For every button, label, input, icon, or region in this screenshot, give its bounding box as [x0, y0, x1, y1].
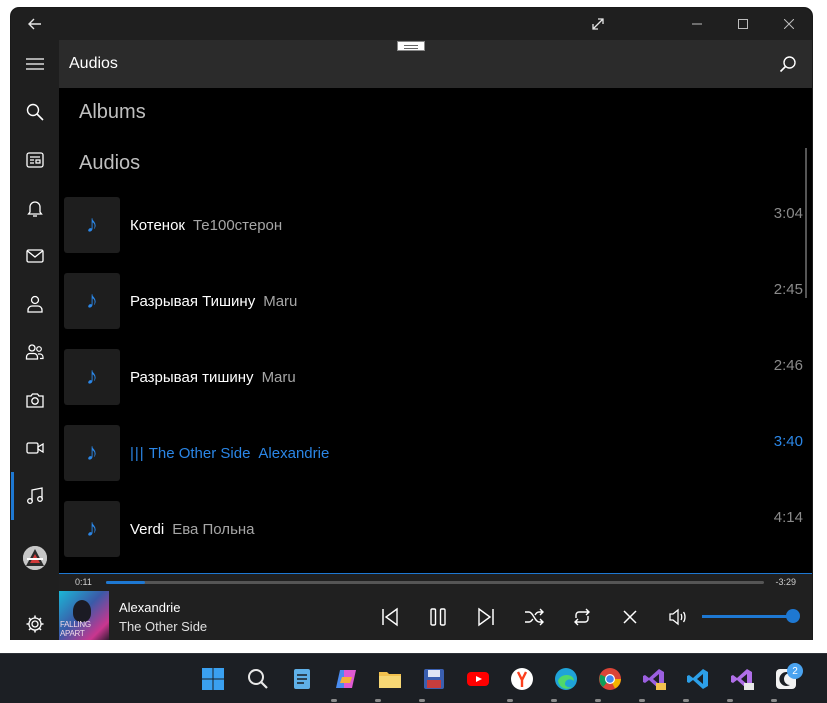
search-icon[interactable] — [245, 666, 271, 692]
track-duration: 3:40 — [773, 433, 803, 450]
visual-studio-preview-icon[interactable] — [641, 666, 667, 692]
music-note-icon: ♪ — [64, 501, 120, 557]
track-title: The Other Side — [148, 445, 251, 462]
minimize-icon[interactable] — [674, 8, 720, 40]
taskbar — [0, 653, 827, 703]
copilot-icon[interactable] — [333, 666, 359, 692]
volume-icon[interactable] — [665, 604, 691, 630]
page-title: Audios — [69, 55, 118, 72]
nav-rail — [11, 40, 59, 640]
avatar[interactable] — [23, 546, 47, 570]
music-note-icon: ♪ — [64, 425, 120, 481]
track-row[interactable]: ♪ Разрывая Тишину Maru 2:45 — [63, 273, 803, 331]
track-title: Разрывая Тишину — [130, 293, 256, 310]
expand-icon[interactable] — [583, 8, 613, 40]
edge-icon[interactable] — [553, 666, 579, 692]
albums-section-heading[interactable]: Albums — [79, 101, 146, 124]
now-playing-title: The Other Side — [119, 619, 208, 634]
volume-slider[interactable] — [702, 615, 794, 618]
repeat-icon[interactable] — [569, 604, 595, 630]
now-playing-bar: 0:11 -3:29 FALLING APART Alexandrie The … — [59, 573, 812, 640]
previous-icon[interactable] — [377, 604, 403, 630]
video-icon[interactable] — [11, 424, 59, 472]
equalizer-icon: ||| — [130, 445, 145, 462]
track-row[interactable]: ♪ Котенок Те100стерон 3:04 — [63, 197, 803, 255]
seek-bar-fill — [106, 581, 146, 584]
seek-bar[interactable] — [106, 581, 764, 584]
elapsed-time: 0:11 — [75, 577, 92, 587]
person-icon[interactable] — [11, 280, 59, 328]
track-artist: Те100стерон — [192, 217, 283, 234]
cover-text: FALLING APART — [60, 620, 91, 638]
app-window: Audios Albums Audios ♪ Котенок Те100стеро… — [11, 8, 812, 640]
track-artist: Alexandrie — [258, 445, 330, 462]
track-duration: 3:04 — [773, 205, 803, 222]
save-app-icon[interactable] — [421, 666, 447, 692]
desktop-background — [0, 640, 827, 653]
music-note-icon: ♪ — [64, 273, 120, 329]
album-cover[interactable]: FALLING APART — [59, 591, 109, 640]
search-icon[interactable] — [776, 52, 800, 76]
track-artist: Maru — [263, 293, 298, 310]
bell-icon[interactable] — [11, 184, 59, 232]
vscode-icon[interactable] — [685, 666, 711, 692]
cover-figure — [73, 600, 91, 622]
mail-icon[interactable] — [11, 232, 59, 280]
camera-icon[interactable] — [11, 376, 59, 424]
close-icon[interactable] — [766, 8, 812, 40]
page-header: Audios — [59, 40, 812, 88]
notepad-icon[interactable] — [289, 666, 315, 692]
shuffle-icon[interactable] — [521, 604, 547, 630]
music-note-icon: ♪ — [64, 349, 120, 405]
windows-start-icon[interactable] — [200, 666, 226, 692]
back-arrow-icon[interactable] — [11, 8, 59, 40]
search-icon[interactable] — [11, 88, 59, 136]
track-title: Котенок — [130, 217, 185, 234]
audio-list-area: Albums Audios ♪ Котенок Те100стерон 3:04 … — [59, 88, 812, 573]
track-row[interactable]: ♪ Verdi Ева Польна 4:14 — [63, 501, 803, 559]
yandex-browser-icon[interactable] — [509, 666, 535, 692]
track-row-playing[interactable]: ♪ ||| The Other Side Alexandrie 3:40 — [63, 425, 803, 483]
remaining-time: -3:29 — [775, 577, 796, 587]
people-icon[interactable] — [11, 328, 59, 376]
pause-icon[interactable] — [425, 604, 451, 630]
music-icon[interactable] — [11, 472, 59, 520]
close-player-icon[interactable] — [617, 604, 643, 630]
track-artist: Ева Польна — [172, 521, 255, 538]
drag-handle[interactable] — [397, 41, 425, 51]
track-row[interactable]: ♪ Разрывая тишину Maru 2:46 — [63, 349, 803, 407]
next-icon[interactable] — [473, 604, 499, 630]
scrollbar[interactable] — [805, 148, 807, 298]
track-duration: 2:46 — [773, 357, 803, 374]
chrome-icon[interactable] — [597, 666, 623, 692]
music-note-icon: ♪ — [64, 197, 120, 253]
track-title: Разрывая тишину — [130, 369, 254, 386]
audios-section-heading: Audios — [79, 152, 141, 174]
title-bar — [11, 8, 812, 40]
file-explorer-icon[interactable] — [377, 666, 403, 692]
track-artist: Maru — [261, 369, 296, 386]
track-duration: 4:14 — [773, 509, 803, 526]
gear-icon[interactable] — [11, 600, 59, 640]
hamburger-icon[interactable] — [11, 40, 59, 88]
notification-badge: 2 — [787, 663, 803, 679]
track-title: Verdi — [130, 521, 165, 538]
volume-knob[interactable] — [786, 609, 800, 623]
visual-studio-insiders-icon[interactable] — [729, 666, 755, 692]
youtube-icon[interactable] — [465, 666, 491, 692]
now-playing-artist: Alexandrie — [119, 600, 181, 615]
news-icon[interactable] — [11, 136, 59, 184]
track-duration: 2:45 — [773, 281, 803, 298]
volume-fill — [702, 615, 787, 618]
maximize-icon[interactable] — [720, 8, 766, 40]
